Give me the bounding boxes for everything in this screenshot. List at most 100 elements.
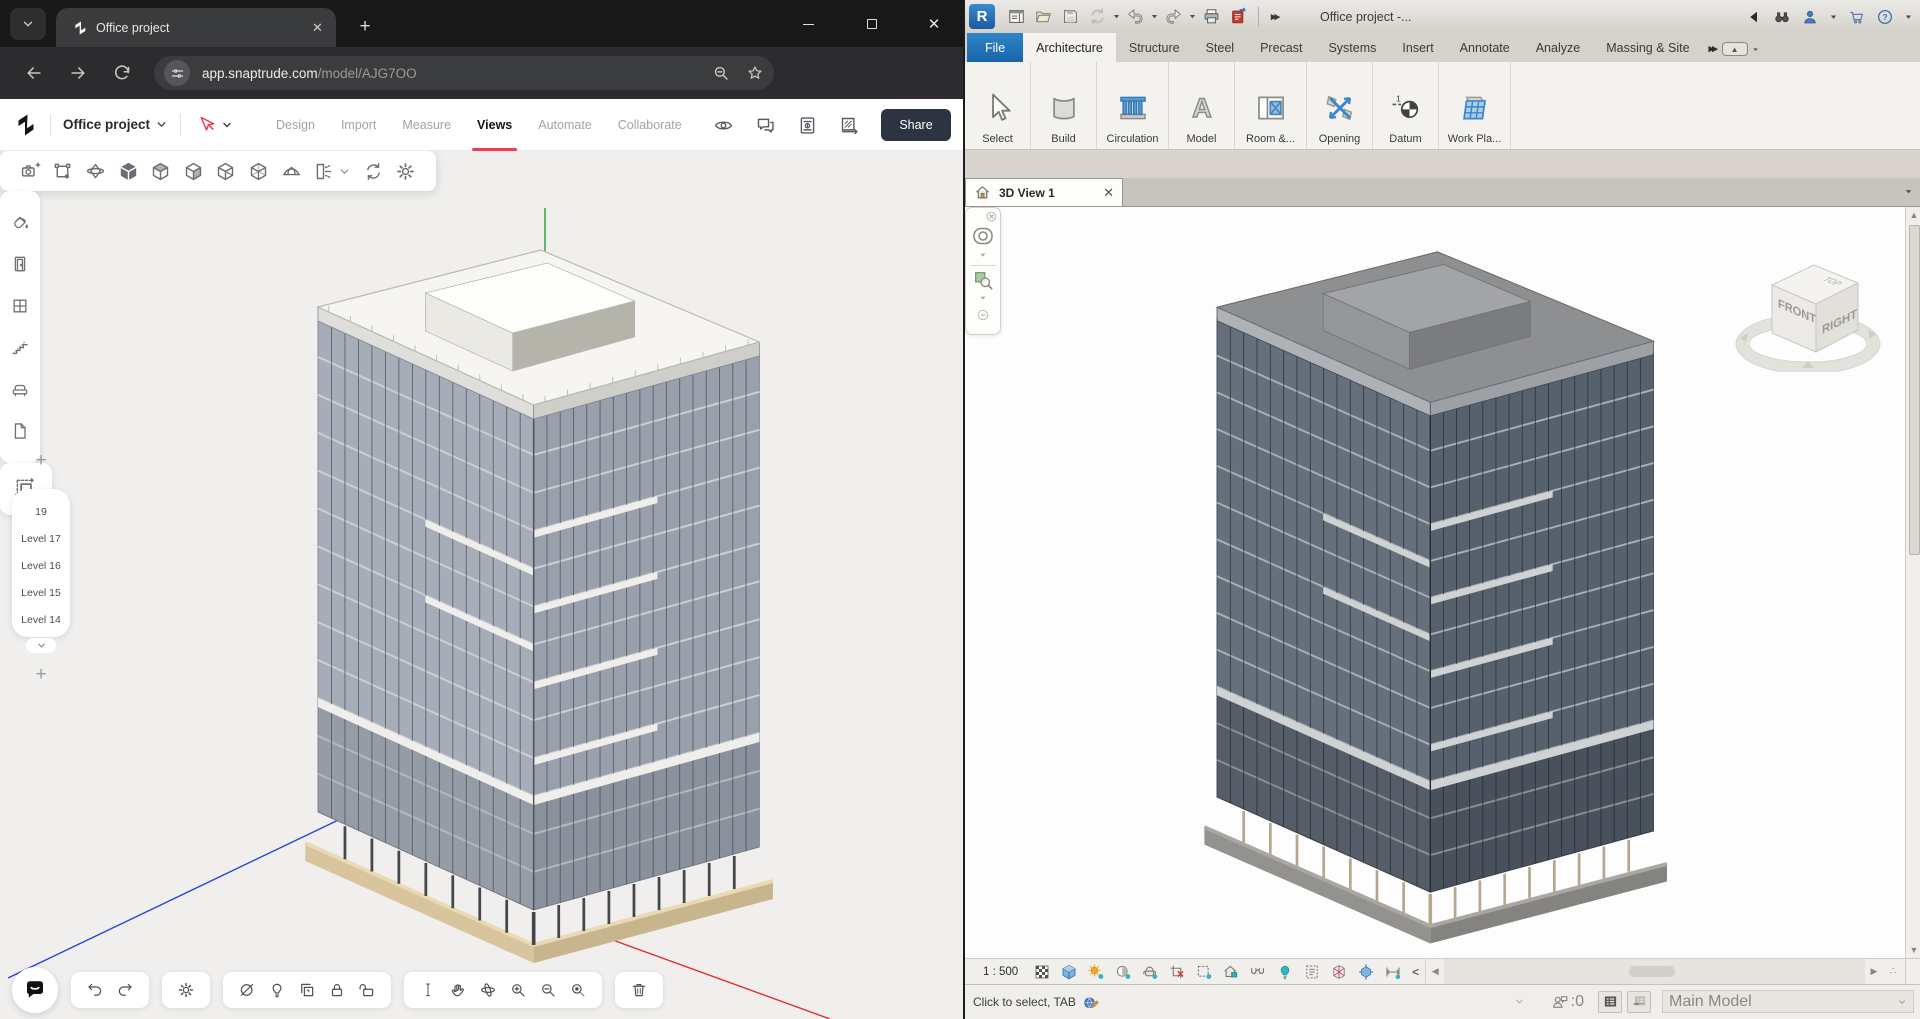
glasses-icon[interactable]	[1249, 963, 1267, 981]
forward-arrow-icon[interactable]	[68, 63, 88, 83]
chrome-minimize-button[interactable]	[798, 14, 818, 34]
file-tabs-icon[interactable]	[1007, 7, 1026, 26]
view-tab-close-icon[interactable]: ✕	[1103, 185, 1114, 201]
nav-item-design[interactable]: Design	[263, 99, 328, 151]
qat-overflow[interactable]: ▸▸	[1271, 10, 1278, 23]
shadows-icon[interactable]	[1114, 963, 1132, 981]
ribbon-tab-file[interactable]: File	[967, 33, 1023, 62]
nav-item-automate[interactable]: Automate	[525, 99, 605, 151]
redo-arrow-icon[interactable]	[1164, 7, 1183, 26]
ribbon-panel-work-pla-[interactable]: Work Pla...	[1439, 62, 1511, 149]
chevron-down-icon[interactable]	[221, 119, 233, 131]
ribbon-tab-architecture[interactable]: Architecture	[1023, 33, 1116, 62]
revit-logo[interactable]: R	[969, 4, 995, 29]
chat-button[interactable]	[12, 967, 58, 1013]
cart-icon[interactable]	[1848, 8, 1866, 26]
horizontal-scroll-thumb[interactable]	[1629, 966, 1675, 977]
new-tab-button[interactable]: +	[352, 14, 378, 40]
preview-eye-icon[interactable]	[713, 115, 734, 136]
area-scale-icon[interactable]	[839, 115, 860, 136]
render-icon[interactable]	[1141, 963, 1159, 981]
level-item[interactable]: Level 17	[21, 525, 61, 552]
pan-hand-icon[interactable]	[449, 981, 467, 999]
tab-close-icon[interactable]: ✕	[309, 19, 326, 36]
pointer-slim-icon[interactable]	[419, 981, 437, 999]
back-arrow-icon[interactable]	[24, 63, 44, 83]
snaptrude-building-3d[interactable]	[0, 151, 963, 1019]
print-icon[interactable]	[1202, 7, 1221, 26]
share-button[interactable]: Share	[881, 109, 951, 141]
ribbon-panel-select[interactable]: Select	[965, 62, 1031, 149]
help-circle-icon[interactable]: ?	[1876, 8, 1894, 26]
level-item[interactable]: Level 16	[21, 552, 61, 579]
caret-left-icon[interactable]	[1745, 8, 1763, 26]
revit-viewport[interactable]: FRONT RIGHT TOP	[965, 207, 1905, 958]
site-settings-icon[interactable]	[164, 60, 190, 86]
ribbon-panel-room-[interactable]: Room &...	[1235, 62, 1307, 149]
ribbon-collapse-control[interactable]: ▲	[1722, 42, 1760, 56]
zoom-out-icon[interactable]	[539, 981, 557, 999]
undo-icon[interactable]	[86, 981, 104, 999]
settings-gear-icon[interactable]	[177, 981, 195, 999]
comments-icon[interactable]	[755, 115, 776, 136]
bulb-icon[interactable]	[268, 981, 286, 999]
ribbon-tab-structure[interactable]: Structure	[1116, 33, 1193, 62]
crop-off-icon[interactable]	[1168, 963, 1186, 981]
trash-icon[interactable]	[630, 981, 648, 999]
design-options-button[interactable]	[1598, 991, 1622, 1013]
caret-icon[interactable]	[1904, 8, 1913, 26]
analytical-icon[interactable]	[1330, 963, 1348, 981]
reveal-bulb-icon[interactable]	[1276, 963, 1294, 981]
vertical-scrollbar[interactable]: ▲ ▼	[1905, 207, 1920, 958]
constraints-icon[interactable]	[1384, 963, 1402, 981]
ribbon-panel-datum[interactable]: 1Datum	[1373, 62, 1439, 149]
add-level-top-button[interactable]: +	[35, 447, 46, 475]
sync-disabled-icon[interactable]	[1088, 7, 1107, 26]
status-caret-icon[interactable]	[1514, 996, 1525, 1007]
scroll-right-arrow[interactable]: ▶	[1865, 964, 1883, 980]
ribbon-tab-analyze[interactable]: Analyze	[1523, 33, 1593, 62]
ribbon-panel-opening[interactable]: Opening	[1307, 62, 1373, 149]
url-bar[interactable]: app.snaptrude.com/model/AJG7OO	[154, 56, 774, 90]
visual-style-icon[interactable]	[1060, 963, 1078, 981]
ribbon-tab-precast[interactable]: Precast	[1247, 33, 1315, 62]
ribbon-tab-steel[interactable]: Steel	[1193, 33, 1248, 62]
temp-view-icon[interactable]	[1303, 963, 1321, 981]
horizontal-scrollbar[interactable]: ◀ ▶ ∴	[1425, 959, 1905, 984]
crop-region-icon[interactable]	[1195, 963, 1213, 981]
reload-icon[interactable]	[112, 63, 132, 83]
ribbon-tab-systems[interactable]: Systems	[1315, 33, 1389, 62]
tabs-overflow[interactable]: ▸▸	[1709, 42, 1716, 55]
add-level-bottom-button[interactable]: +	[35, 661, 46, 689]
editable-elements-icon[interactable]	[1551, 993, 1569, 1011]
material-off-icon[interactable]	[238, 981, 256, 999]
nav-item-collaborate[interactable]: Collaborate	[605, 99, 695, 151]
copy-views-icon[interactable]	[298, 981, 316, 999]
nav-item-import[interactable]: Import	[328, 99, 389, 151]
caret-icon[interactable]	[1188, 7, 1197, 26]
level-item[interactable]: Level 15	[21, 579, 61, 606]
chrome-close-button[interactable]: ✕	[924, 14, 944, 34]
chrome-maximize-button[interactable]	[862, 14, 882, 34]
scroll-down-arrow[interactable]: ▼	[1907, 942, 1920, 958]
export-red-icon[interactable]	[1229, 7, 1248, 26]
scroll-left-arrow[interactable]: ◀	[1426, 964, 1444, 980]
open-folder-icon[interactable]	[1034, 7, 1053, 26]
unlock-icon[interactable]	[358, 981, 376, 999]
ribbon-panel-build[interactable]: Build	[1031, 62, 1097, 149]
caret-icon[interactable]	[1150, 7, 1159, 26]
select-tool[interactable]	[197, 115, 233, 135]
view-scale[interactable]: 1 : 500	[983, 966, 1018, 978]
nav-item-measure[interactable]: Measure	[389, 99, 464, 151]
nav-item-views[interactable]: Views	[464, 99, 525, 151]
zoom-fit-icon[interactable]	[569, 981, 587, 999]
view-tab-3d-view-1[interactable]: 3D View 1 ✕	[965, 178, 1123, 206]
scroll-up-arrow[interactable]: ▲	[1907, 207, 1920, 223]
orbit-icon[interactable]	[479, 981, 497, 999]
ribbon-tab-annotate[interactable]: Annotate	[1447, 33, 1523, 62]
tab-search-button[interactable]	[10, 8, 46, 40]
caret-icon[interactable]	[1829, 8, 1838, 26]
browser-tab[interactable]: Office project ✕	[56, 8, 336, 47]
ribbon-tab-massing-site[interactable]: Massing & Site	[1593, 33, 1702, 62]
view-cube[interactable]: FRONT RIGHT TOP	[1730, 252, 1890, 372]
